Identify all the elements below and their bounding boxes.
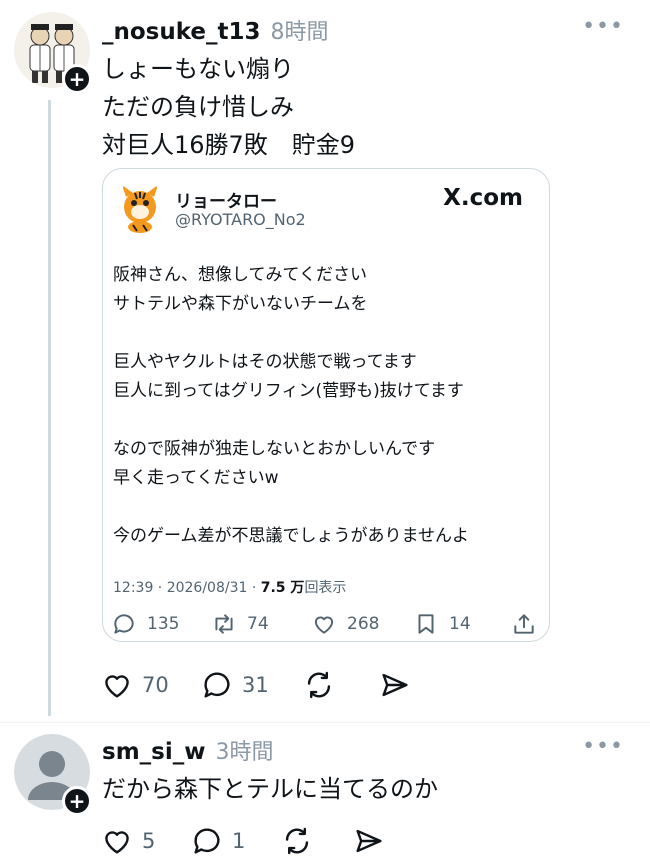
avatar-wrap-2[interactable]: + — [14, 734, 92, 816]
quoted-repost-count: 74 — [247, 614, 269, 634]
quoted-action-bar: 135 74 268 14 — [111, 611, 535, 641]
like-button[interactable]: 5 — [100, 824, 155, 858]
reply-count: 31 — [242, 673, 269, 697]
quoted-share-button[interactable] — [511, 611, 547, 637]
timestamp[interactable]: 3時間 — [215, 734, 273, 766]
quoted-views-label: 回表示 — [304, 580, 347, 596]
post-header: sm_si_w 3時間 — [102, 734, 273, 766]
send-arrow-icon — [382, 673, 408, 697]
post-divider — [0, 722, 650, 723]
tiger-mascot-icon — [113, 181, 167, 235]
quoted-repost-button[interactable]: 74 — [211, 611, 269, 637]
post-body: だから森下とテルに当てるのか — [102, 775, 438, 803]
repost-cycle-icon — [307, 671, 331, 699]
like-button[interactable]: 70 — [100, 668, 169, 702]
more-options-icon[interactable]: ••• — [582, 734, 624, 759]
quoted-avatar[interactable] — [113, 181, 167, 235]
heart-icon — [105, 675, 129, 698]
heart-icon — [105, 831, 129, 854]
reply-post-1: + _nosuke_t13 8時間 ••• しょーもない煽り ただの負け惜しみ … — [0, 0, 650, 720]
quoted-bookmark-button[interactable]: 14 — [413, 611, 471, 637]
more-options-icon[interactable]: ••• — [582, 14, 624, 39]
quoted-timestamp[interactable]: 12:39 · 2026/08/31 · — [113, 580, 261, 596]
reply-button[interactable]: 31 — [200, 668, 269, 702]
heart-icon — [314, 616, 334, 634]
username[interactable]: sm_si_w — [102, 739, 205, 765]
repost-cycle-icon — [285, 827, 309, 855]
quoted-meta: 12:39 · 2026/08/31 · 7.5 万回表示 — [113, 577, 346, 597]
send-button[interactable] — [378, 668, 420, 702]
quoted-post-card[interactable]: リョータロー @RYOTARO_No2 X.com 阪神さん、想像してみてくださ… — [102, 168, 550, 642]
post-action-bar: 5 1 — [100, 824, 420, 860]
quoted-like-count: 268 — [347, 614, 380, 634]
reply-button[interactable]: 1 — [190, 824, 245, 858]
bookmark-icon — [418, 614, 434, 634]
quoted-display-name[interactable]: リョータロー — [175, 187, 277, 212]
send-button[interactable] — [352, 824, 394, 858]
avatar-wrap-1[interactable]: + — [14, 12, 92, 94]
post-body: しょーもない煽り ただの負け惜しみ 対巨人16勝7敗 貯金9 — [102, 55, 356, 159]
reply-post-2: + sm_si_w 3時間 ••• だから森下とテルに当てるのか 5 1 — [0, 726, 650, 861]
quoted-reply-count: 135 — [147, 614, 180, 634]
repost-button[interactable] — [280, 824, 322, 858]
quoted-bookmark-count: 14 — [449, 614, 471, 634]
reply-bubble-icon — [204, 672, 230, 698]
repost-icon — [215, 614, 233, 634]
reply-bubble-icon — [194, 828, 220, 854]
follow-plus-button[interactable]: + — [62, 786, 92, 816]
quoted-handle[interactable]: @RYOTARO_No2 — [175, 210, 306, 229]
like-count: 70 — [142, 673, 169, 697]
timestamp[interactable]: 8時間 — [271, 14, 329, 46]
post-action-bar: 70 31 — [100, 668, 420, 704]
quoted-reply-button[interactable]: 135 — [111, 611, 179, 637]
share-icon — [514, 614, 534, 634]
thread-line — [48, 100, 51, 716]
quoted-like-button[interactable]: 268 — [311, 611, 379, 637]
quoted-view-count: 7.5 万 — [260, 580, 305, 596]
x-com-link[interactable]: X.com — [443, 185, 523, 211]
reply-count: 1 — [232, 829, 246, 853]
repost-button[interactable] — [302, 668, 344, 702]
post-header: _nosuke_t13 8時間 — [102, 14, 329, 46]
like-count: 5 — [142, 829, 156, 853]
quoted-text: 阪神さん、想像してみてください サトテルや森下がいないチームを 巨人やヤクルトは… — [113, 265, 469, 546]
follow-plus-button[interactable]: + — [62, 64, 92, 94]
send-arrow-icon — [356, 829, 382, 853]
reply-bubble-icon — [114, 614, 134, 634]
username[interactable]: _nosuke_t13 — [102, 19, 261, 45]
